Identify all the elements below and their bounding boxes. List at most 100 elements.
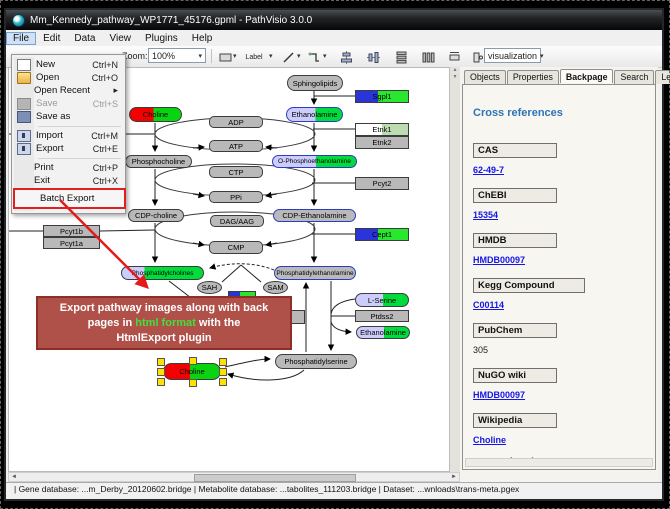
app-icon: [12, 14, 25, 27]
node-sah[interactable]: SAH: [197, 281, 222, 294]
blank-icon: [17, 163, 29, 173]
new-document-icon: [17, 59, 31, 71]
menu-bar: File Edit Data View Plugins Help: [6, 30, 662, 47]
menu-file[interactable]: File: [6, 32, 36, 45]
node-ppi[interactable]: PPi: [209, 191, 263, 203]
pubchem-value: 305: [473, 345, 557, 355]
node-cmp[interactable]: CMP: [209, 241, 263, 254]
menu-item-new[interactable]: NewCtrl+N: [14, 58, 123, 71]
node-ethanolamine[interactable]: Ethanolamine: [286, 107, 343, 122]
node-phosphocholine[interactable]: Phosphocholine: [125, 155, 192, 168]
node-phosphatidylcholines[interactable]: Phosphatidylcholines: [121, 266, 204, 280]
menu-plugins[interactable]: Plugins: [138, 32, 185, 45]
tab-backpage[interactable]: Backpage: [560, 69, 614, 83]
line-dropdown[interactable]: ▾: [294, 48, 301, 64]
scrollbar-thumb[interactable]: [194, 474, 356, 482]
canvas-horizontal-scrollbar[interactable]: ◄ ►: [8, 472, 460, 482]
node-phosphatidylethanolamine[interactable]: Phosphatidylethanolamine: [274, 266, 356, 280]
panel-scrollbar[interactable]: [465, 458, 653, 467]
tab-properties[interactable]: Properties: [507, 70, 559, 84]
hmdb-link[interactable]: HMDB00097: [473, 255, 557, 265]
menu-item-import[interactable]: ImportCtrl+M: [14, 129, 123, 142]
selection-handle[interactable]: [157, 378, 165, 386]
menu-item-save-as[interactable]: Save as: [14, 110, 123, 123]
selection-handle[interactable]: [157, 368, 165, 376]
align-center-button[interactable]: [336, 48, 356, 66]
menu-data[interactable]: Data: [67, 32, 102, 45]
node-cdp-ethanolamine[interactable]: CDP-Ethanolamine: [273, 209, 356, 222]
tab-legend[interactable]: Legend: [655, 70, 670, 84]
node-phosphatidylserine[interactable]: Phosphatidylserine: [275, 354, 357, 369]
node-ctp[interactable]: CTP: [209, 166, 263, 178]
kegg-link[interactable]: C00114: [473, 300, 585, 310]
stack-vertical-button[interactable]: [391, 48, 411, 66]
visualization-combobox[interactable]: visualization ▾: [484, 48, 541, 63]
node-atp[interactable]: ATP: [209, 140, 263, 152]
callout-line3: HtmlExport plugin: [38, 331, 290, 346]
gene-node-pcyt1a[interactable]: Pcyt1a: [43, 237, 100, 249]
tab-search[interactable]: Search: [614, 70, 654, 84]
gene-node-etnk1[interactable]: Etnk1: [355, 123, 409, 136]
gene-node-pcyt2[interactable]: Pcyt2: [355, 177, 409, 190]
common-height-button[interactable]: [466, 48, 486, 66]
menu-item-open-recent[interactable]: Open Recent▸: [14, 84, 123, 97]
align-center-icon: [340, 51, 353, 64]
scroll-right-icon[interactable]: ►: [449, 473, 459, 481]
node-choline[interactable]: Choline: [129, 107, 182, 122]
gene-node-etnk2[interactable]: Etnk2: [355, 136, 409, 149]
gene-node-sgpl1[interactable]: Sgpl1: [355, 90, 409, 103]
panel-splitter[interactable]: ▴▾: [450, 67, 460, 472]
backpage-section-kegg: Kegg Compound C00114: [473, 278, 585, 310]
common-width-button[interactable]: [444, 48, 464, 66]
selection-handle[interactable]: [157, 358, 165, 366]
connector-dropdown[interactable]: ▾: [320, 48, 327, 64]
selection-handle[interactable]: [189, 357, 197, 365]
align-middle-button[interactable]: [363, 48, 383, 66]
gene-node-pcyt1b[interactable]: Pcyt1b: [43, 225, 100, 237]
zoom-combobox[interactable]: 100% ▾: [148, 48, 206, 63]
node-cdp-choline[interactable]: CDP-choline: [128, 209, 184, 222]
menu-edit[interactable]: Edit: [36, 32, 67, 45]
node-ethanolamine-bottom[interactable]: Ethanolamine: [356, 326, 410, 339]
label-tool-button[interactable]: Label: [240, 48, 268, 66]
submenu-arrow-icon: ▸: [113, 85, 123, 96]
selection-handle[interactable]: [219, 358, 227, 366]
menu-item-open[interactable]: OpenCtrl+O: [14, 71, 123, 84]
tab-objects[interactable]: Objects: [464, 70, 506, 84]
gene-node-ptdss2[interactable]: Ptdss2: [355, 310, 409, 322]
side-panel: Objects Properties Backpage Search Legen…: [460, 67, 658, 482]
scroll-left-icon[interactable]: ◄: [9, 473, 19, 481]
menu-view[interactable]: View: [102, 32, 138, 45]
side-panel-tabs: Objects Properties Backpage Search Legen…: [464, 70, 670, 84]
menu-item-print[interactable]: PrintCtrl+P: [14, 161, 123, 174]
datanode-dropdown[interactable]: ▾: [230, 48, 237, 64]
file-menu: NewCtrl+N OpenCtrl+O Open Recent▸ SaveCt…: [11, 54, 126, 214]
elbow-connector-icon: [308, 51, 321, 64]
title-bar[interactable]: Mm_Kennedy_pathway_WP1771_45176.gpml - P…: [6, 10, 662, 30]
node-sphingolipids[interactable]: Sphingolipids: [287, 75, 343, 91]
menu-item-batch-export[interactable]: Batch Export: [13, 188, 126, 209]
chevron-down-icon: ▾: [198, 52, 202, 60]
node-sam[interactable]: SAM: [263, 281, 288, 294]
label-dropdown[interactable]: ▾: [266, 48, 273, 64]
gene-node-cept1[interactable]: Cept1: [355, 228, 409, 241]
menu-help[interactable]: Help: [185, 32, 220, 45]
status-text: | Gene database: ...m_Derby_20120602.bri…: [14, 484, 519, 494]
menu-item-exit[interactable]: ExitCtrl+X: [14, 174, 123, 187]
node-l-serine[interactable]: L-Serine: [355, 293, 409, 307]
node-dag-aag[interactable]: DAG/AAG: [210, 215, 264, 227]
selection-handle[interactable]: [219, 368, 227, 376]
selection-handle[interactable]: [189, 379, 197, 387]
selection-handle[interactable]: [219, 378, 227, 386]
common-height-icon: [470, 51, 483, 64]
stack-horizontal-button[interactable]: [418, 48, 438, 66]
cas-link[interactable]: 62-49-7: [473, 165, 557, 175]
nugo-link[interactable]: HMDB00097: [473, 390, 557, 400]
node-o-phosphoethanolamine[interactable]: O-Phosphoethanolamine: [272, 155, 357, 168]
node-adp[interactable]: ADP: [209, 116, 263, 128]
wikipedia-link[interactable]: Choline: [473, 435, 557, 445]
node-choline-selected[interactable]: Choline: [163, 363, 221, 380]
menu-item-export[interactable]: ExportCtrl+E: [14, 142, 123, 155]
annotation-callout: Export pathway images along with back pa…: [36, 296, 292, 350]
chebi-link[interactable]: 15354: [473, 210, 557, 220]
